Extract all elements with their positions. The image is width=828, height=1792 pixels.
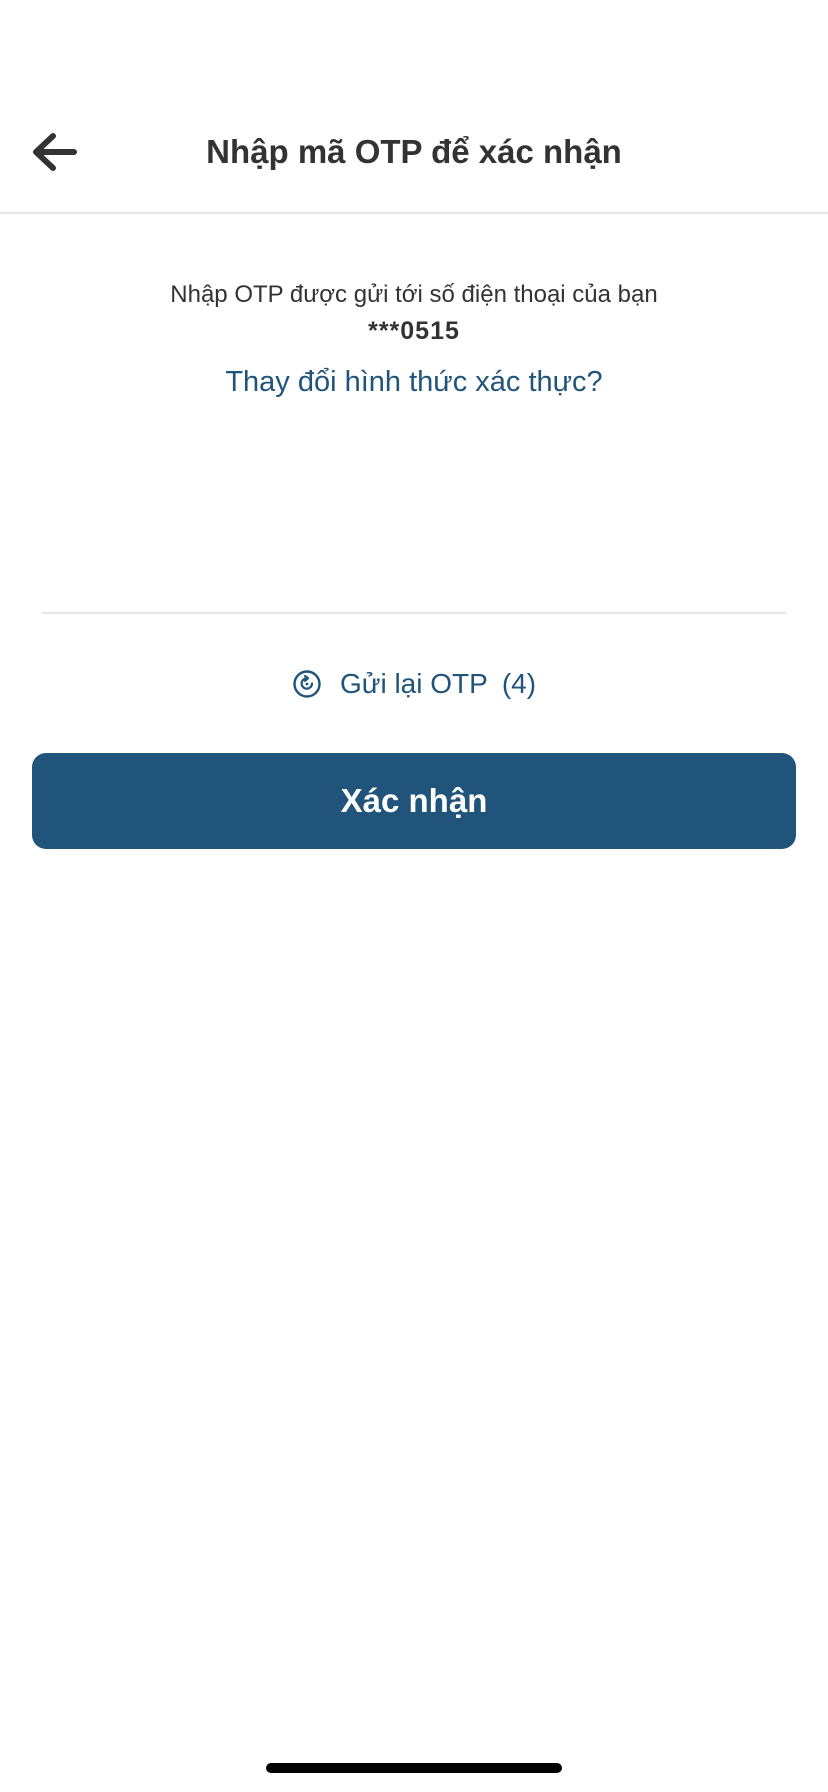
resend-otp-button[interactable]: Gửi lại OTP (4) [0,660,828,708]
masked-phone-number: ***0515 [368,317,460,345]
back-button[interactable] [22,120,86,184]
otp-input[interactable] [42,470,786,614]
otp-input-underline [42,612,786,614]
change-verification-method-link[interactable]: Thay đổi hình thức xác thực? [40,361,788,403]
timer-icon [292,669,322,699]
otp-instruction: Nhập OTP được gửi tới số điện thoại của … [170,281,658,308]
page-title: Nhập mã OTP để xác nhận [206,133,622,170]
resend-countdown: (4) [501,668,537,699]
header-bar: Nhập mã OTP để xác nhận [0,100,828,214]
arrow-left-icon [33,133,77,171]
resend-otp-label: Gửi lại OTP [339,668,488,699]
home-indicator [266,1763,562,1773]
confirm-button[interactable]: Xác nhận [32,753,796,849]
otp-screen: Nhập mã OTP để xác nhận Nhập OTP được gử… [0,0,828,1792]
